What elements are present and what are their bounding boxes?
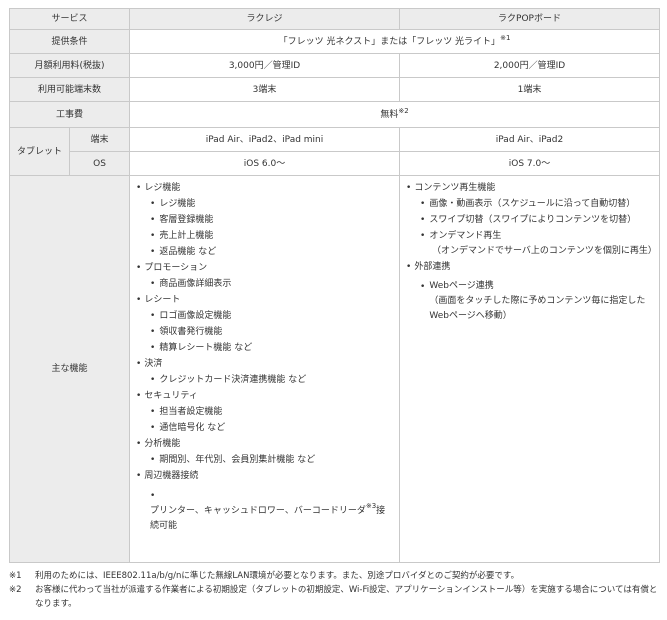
table-header-row: サービス ラクレジ ラクPOPボード (8, 8, 661, 30)
feature-category: 外部連携 Webページ連携 （画面をタッチした際に予めコンテンツ毎に指定したWeb… (406, 259, 655, 324)
feature-category-title: 周辺機器接続 (136, 471, 198, 481)
web-link-note: （画面をタッチした際に予めコンテンツ毎に指定したWebページへ移動） (429, 296, 646, 321)
features-rakupop: コンテンツ再生機能 画像・動画表示（スケジュールに沿って自動切替） スワイプ切替… (399, 175, 661, 563)
device-rakureji: iPad Air、iPad2、iPad mini (129, 127, 401, 152)
terminals-rakureji: 3端末 (129, 77, 401, 102)
feature-item: 商品画像詳細表示 (150, 276, 395, 292)
row-label: 利用可能端末数 (8, 77, 131, 102)
feature-item: 期間別、年代別、会員別集計機能 など (150, 452, 395, 468)
peripheral-text: プリンター、キャッシュドロワー、バーコードリーダ※3接続可能 (150, 502, 390, 534)
header-service: サービス (8, 8, 131, 30)
comparison-table: サービス ラクレジ ラクPOPボード 提供条件 「フレッツ 光ネクスト」または「… (8, 8, 661, 563)
footnote-mark: ※1 (9, 571, 22, 581)
feature-item: Webページ連携 （画面をタッチした際に予めコンテンツ毎に指定したWebページへ移… (420, 279, 655, 324)
row-tablet-os: OS iOS 6.0～ iOS 7.0～ (10, 151, 661, 176)
web-link-title: Webページ連携 (429, 281, 494, 291)
feature-item: ロゴ画像設定機能 (150, 308, 395, 324)
feature-category: 分析機能 期間別、年代別、会員別集計機能 など (136, 436, 395, 468)
row-label-features: 主な機能 (8, 175, 131, 563)
feature-item: 画像・動画表示（スケジュールに沿って自動切替） (420, 196, 655, 212)
feature-category: レジ機能 レジ機能 客層登録機能 売上計上機能 返品機能 など (136, 180, 395, 260)
feature-items: 画像・動画表示（スケジュールに沿って自動切替） スワイプ切替（スワイプによりコン… (406, 196, 655, 244)
os-rakupop: iOS 7.0～ (399, 151, 661, 176)
feature-item: 通信暗号化 など (150, 420, 395, 436)
feature-category: セキュリティ 担当者設定機能 通信暗号化 など (136, 388, 395, 436)
feature-items: プリンター、キャッシュドロワー、バーコードリーダ※3接続可能 (136, 488, 395, 534)
feature-category: コンテンツ再生機能 画像・動画表示（スケジュールに沿って自動切替） スワイプ切替… (406, 180, 657, 259)
row-label-device: 端末 (68, 127, 131, 152)
monthly-fee-rakureji: 3,000円／管理ID (129, 53, 401, 78)
feature-category-title: 外部連携 (406, 262, 450, 272)
header-rakureji: ラクレジ (129, 8, 401, 30)
feature-items: レジ機能 客層登録機能 売上計上機能 返品機能 など (136, 196, 395, 260)
os-rakureji: iOS 6.0～ (129, 151, 401, 176)
features-rakureji: レジ機能 レジ機能 客層登録機能 売上計上機能 返品機能 など プロモーション … (129, 175, 401, 563)
row-conditions: 提供条件 「フレッツ 光ネクスト」または「フレッツ 光ライト」※1 (8, 29, 661, 54)
feature-items: ロゴ画像設定機能 領収書発行機能 精算レシート機能 など (136, 308, 395, 356)
feature-items: 担当者設定機能 通信暗号化 など (136, 404, 395, 436)
feature-category-title: セキュリティ (136, 391, 198, 401)
footnote-text: 利用のためには、IEEE802.11a/b/g/nに準じた無線LAN環境が必要と… (35, 571, 520, 581)
feature-list: レジ機能 レジ機能 客層登録機能 売上計上機能 返品機能 など プロモーション … (136, 180, 395, 534)
feature-item: 返品機能 など (150, 244, 395, 260)
feature-item: 売上計上機能 (150, 228, 395, 244)
feature-category: レシート ロゴ画像設定機能 領収書発行機能 精算レシート機能 など (136, 292, 395, 356)
feature-item: 客層登録機能 (150, 212, 395, 228)
peripheral-devices: プリンター、キャッシュドロワー、バーコードリーダ (150, 506, 366, 516)
feature-items: 商品画像詳細表示 (136, 276, 395, 292)
row-label: 提供条件 (8, 29, 131, 54)
footnotes: ※1 利用のためには、IEEE802.11a/b/g/nに準じた無線LAN環境が… (9, 569, 659, 611)
row-monthly-fee: 月額利用料(税抜) 3,000円／管理ID 2,000円／管理ID (8, 53, 661, 78)
feature-items: Webページ連携 （画面をタッチした際に予めコンテンツ毎に指定したWebページへ移… (406, 279, 655, 324)
feature-item: プリンター、キャッシュドロワー、バーコードリーダ※3接続可能 (150, 488, 395, 534)
footnote-ref-3: ※3 (365, 502, 377, 510)
row-label-tablet: タブレット (9, 127, 70, 176)
row-tablet-device: タブレット 端末 iPad Air、iPad2、iPad mini iPad A… (9, 127, 661, 176)
feature-list: コンテンツ再生機能 画像・動画表示（スケジュールに沿って自動切替） スワイプ切替… (406, 180, 657, 324)
feature-category: プロモーション 商品画像詳細表示 (136, 260, 395, 292)
web-link-text: Webページ連携 （画面をタッチした際に予めコンテンツ毎に指定したWebページへ移… (429, 279, 651, 324)
row-construction: 工事費 無料※2 (8, 101, 661, 128)
feature-items: クレジットカード決済連携機能 など (136, 372, 395, 388)
row-terminals: 利用可能端末数 3端末 1端末 (8, 77, 661, 102)
feature-item: 精算レシート機能 など (150, 340, 395, 356)
construction-value: 無料※2 (129, 101, 661, 128)
footnote-1: ※1 利用のためには、IEEE802.11a/b/g/nに準じた無線LAN環境が… (9, 569, 659, 583)
footnote-mark: ※2 (9, 585, 22, 595)
conditions-text: 「フレッツ 光ネクスト」または「フレッツ 光ライト」 (278, 36, 501, 47)
feature-items: 期間別、年代別、会員別集計機能 など (136, 452, 395, 468)
header-rakupop: ラクPOPボード (399, 8, 661, 30)
device-rakupop: iPad Air、iPad2 (399, 127, 661, 152)
feature-category: 決済 クレジットカード決済連携機能 など (136, 356, 395, 388)
footnote-text: お客様に代わって当社が派遣する作業者による初期設定（タブレットの初期設定、Wi-… (35, 585, 658, 609)
construction-text: 無料 (380, 109, 399, 120)
row-label: 月額利用料(税抜) (8, 53, 131, 78)
row-features: 主な機能 レジ機能 レジ機能 客層登録機能 売上計上機能 返品機能 など プロモ… (8, 175, 661, 563)
feature-item: スワイプ切替（スワイプによりコンテンツを切替） (420, 212, 655, 228)
feature-category-title: 決済 (136, 359, 162, 369)
footnote-ref-1: ※1 (500, 33, 511, 42)
feature-item-note: （オンデマンドでサーバ上のコンテンツを個別に再生） (432, 246, 657, 256)
service-comparison: サービス ラクレジ ラクPOPボード 提供条件 「フレッツ 光ネクスト」または「… (8, 8, 661, 611)
feature-item: 担当者設定機能 (150, 404, 395, 420)
footnote-ref-2: ※2 (398, 106, 409, 115)
feature-category-title: レジ機能 (136, 183, 180, 193)
feature-item: 領収書発行機能 (150, 324, 395, 340)
feature-item: クレジットカード決済連携機能 など (150, 372, 395, 388)
feature-category-title: レシート (136, 295, 180, 305)
row-label: 工事費 (8, 101, 131, 128)
conditions-value: 「フレッツ 光ネクスト」または「フレッツ 光ライト」※1 (129, 29, 661, 54)
feature-category-title: プロモーション (136, 263, 207, 273)
footnote-2: ※2 お客様に代わって当社が派遣する作業者による初期設定（タブレットの初期設定、… (9, 583, 659, 611)
terminals-rakupop: 1端末 (399, 77, 661, 102)
feature-category: 周辺機器接続 プリンター、キャッシュドロワー、バーコードリーダ※3接続可能 (136, 468, 395, 534)
row-label-os: OS (68, 151, 131, 176)
feature-item: レジ機能 (150, 196, 395, 212)
feature-category-title: コンテンツ再生機能 (406, 183, 495, 193)
feature-item: オンデマンド再生 (420, 228, 655, 244)
monthly-fee-rakupop: 2,000円／管理ID (399, 53, 661, 78)
feature-category-title: 分析機能 (136, 439, 180, 449)
